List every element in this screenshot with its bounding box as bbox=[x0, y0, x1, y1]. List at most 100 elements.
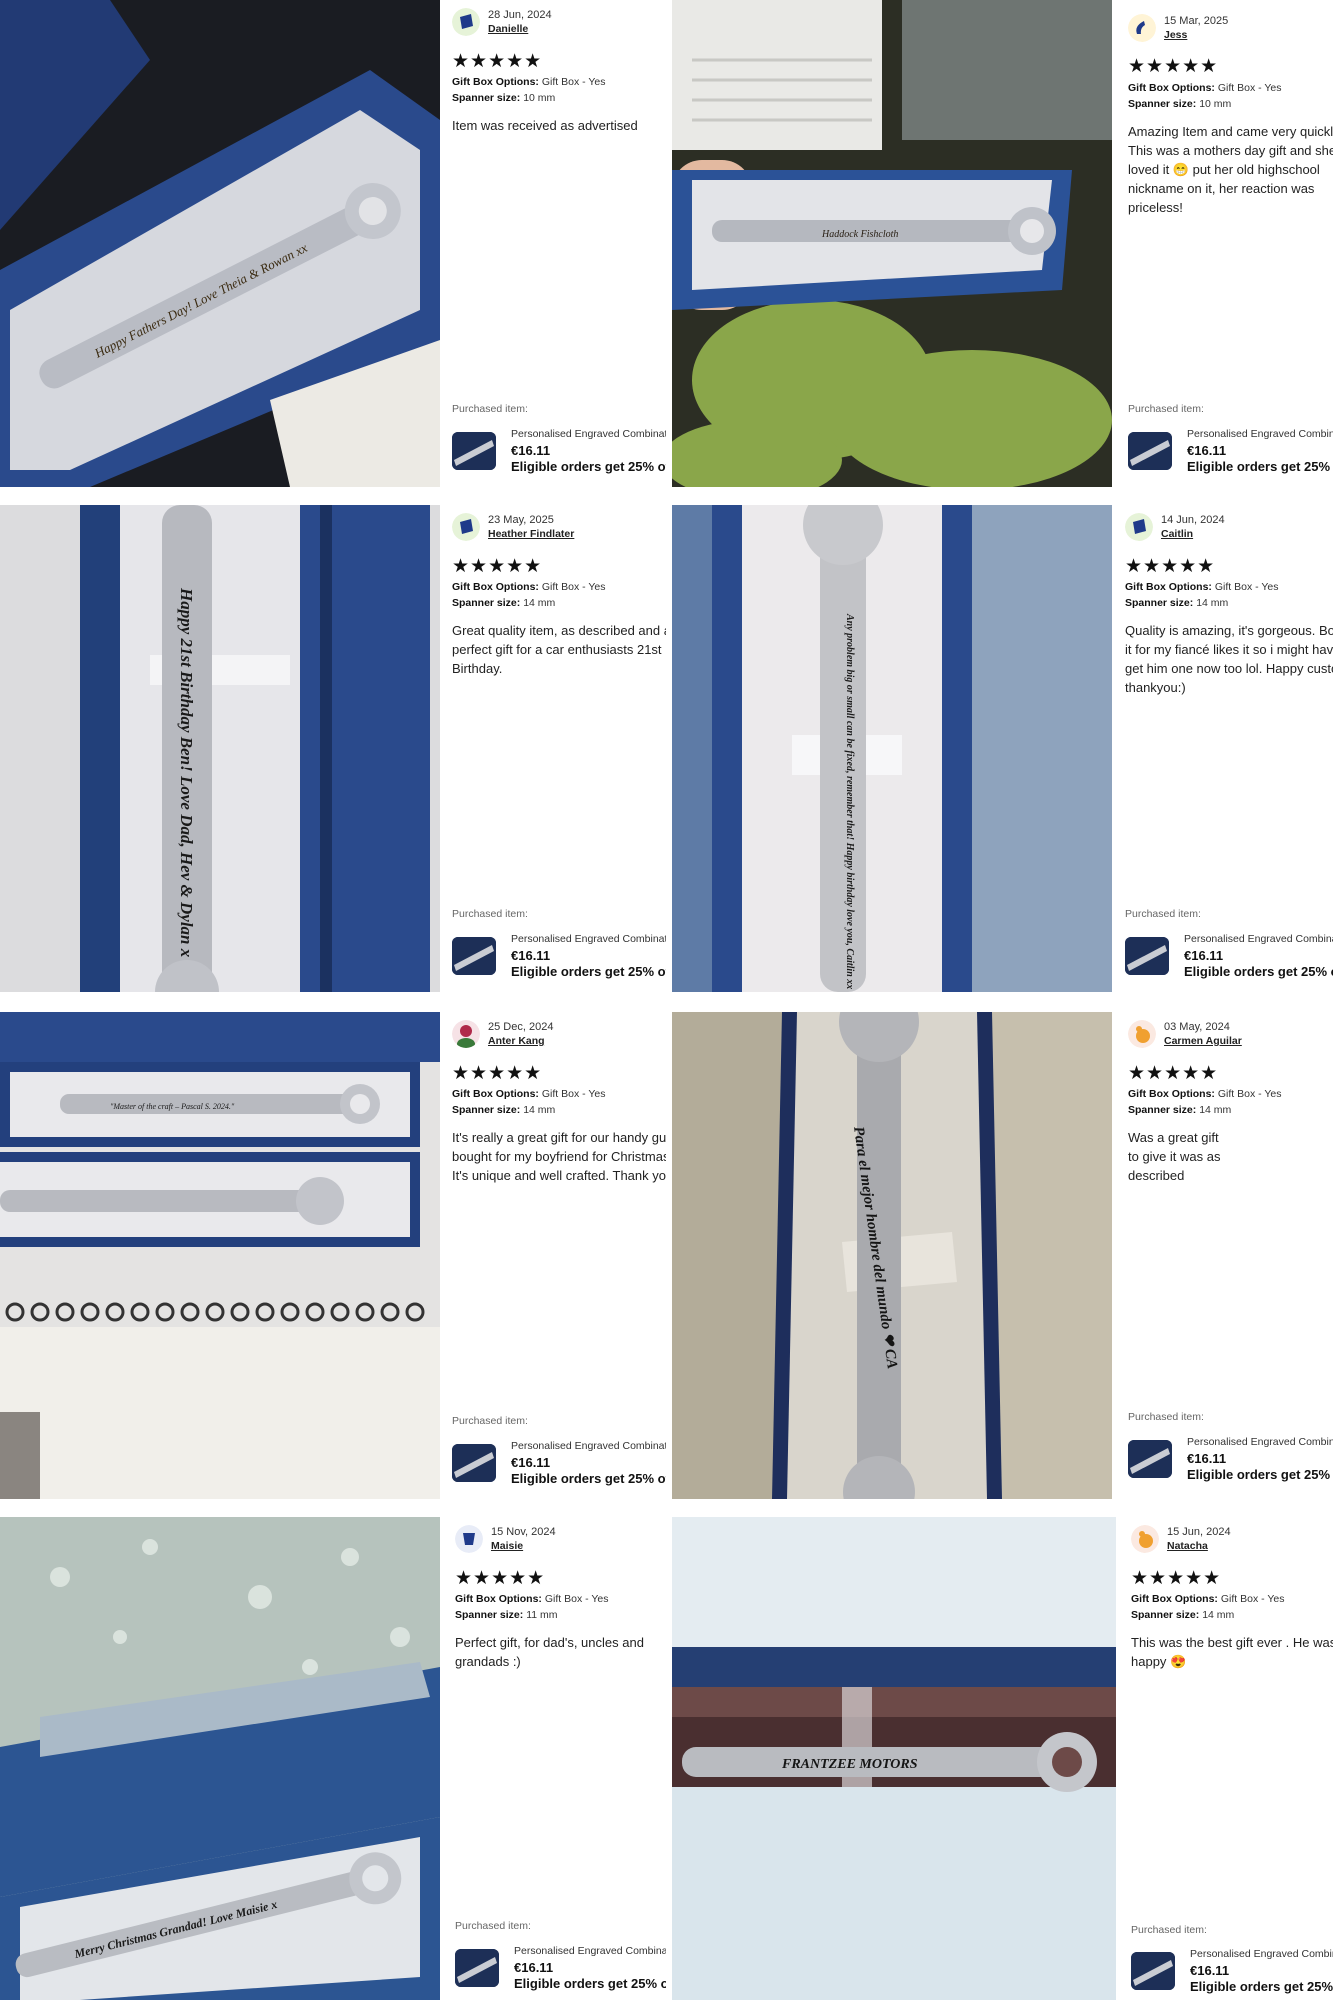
product-promo: Eligible orders get 25% off bbox=[511, 1471, 666, 1486]
product-name: Personalised Engraved Combination Spanne… bbox=[1187, 1436, 1333, 1448]
option-value: 11 mm bbox=[526, 1609, 558, 1621]
option-label: Gift Box Options: bbox=[452, 1088, 539, 1100]
gift-box-option: Gift Box Options: Gift Box - Yes bbox=[1125, 580, 1278, 594]
review-card: "Master of the craft – Pascal S. 2024." … bbox=[0, 1012, 666, 1499]
product-thumbnail bbox=[452, 432, 496, 470]
review-photo[interactable]: "Master of the craft – Pascal S. 2024." bbox=[0, 1012, 440, 1499]
gift-box-option: Gift Box Options: Gift Box - Yes bbox=[452, 75, 605, 89]
purchased-product-link[interactable]: Personalised Engraved Combination Spanne… bbox=[1128, 428, 1333, 474]
reviewer-name-link[interactable]: Caitlin bbox=[1161, 527, 1225, 541]
review-text: Was a great gift to give it was as descr… bbox=[1128, 1130, 1221, 1183]
avatar[interactable] bbox=[1125, 513, 1153, 541]
review-photo[interactable]: FRANTZEE MOTORS bbox=[672, 1517, 1116, 2000]
review-photo[interactable]: Happy 21st Birthday Ben! Love Dad, Hev &… bbox=[0, 505, 440, 992]
review-card: Happy Fathers Day! Love Theia & Rowan xx… bbox=[0, 0, 666, 487]
option-value: Gift Box - Yes bbox=[541, 76, 606, 88]
purchased-item-label: Purchased item: bbox=[452, 403, 528, 415]
review-date: 23 May, 2025 bbox=[488, 514, 554, 526]
option-value: 14 mm bbox=[523, 597, 556, 609]
review-grid: Happy Fathers Day! Love Theia & Rowan xx… bbox=[0, 0, 1333, 2000]
spanner-size-option: Spanner size: 10 mm bbox=[1128, 97, 1231, 111]
product-thumbnail bbox=[452, 937, 496, 975]
option-label: Spanner size: bbox=[452, 92, 521, 104]
review-meta: 23 May, 2025 Heather Findlater bbox=[452, 513, 574, 541]
product-thumbnail bbox=[1128, 432, 1172, 470]
purchased-product-link[interactable]: Personalised Engraved Combination Spanne… bbox=[1131, 1948, 1333, 1994]
review-meta: 15 Nov, 2024 Maisie bbox=[455, 1525, 556, 1553]
review-date: 15 Nov, 2024 bbox=[491, 1526, 556, 1538]
review-date: 03 May, 2024 bbox=[1164, 1021, 1230, 1033]
review-photo[interactable]: Any problem big or small can be fixed, r… bbox=[672, 505, 1112, 992]
product-price: €16.11 bbox=[514, 1960, 554, 1975]
product-promo: Eligible orders get 25% off bbox=[1187, 459, 1333, 474]
avatar[interactable] bbox=[452, 513, 480, 541]
option-value: 10 mm bbox=[523, 92, 556, 104]
star-rating: ★★★★★ bbox=[455, 1568, 546, 1589]
reviewer-name-link[interactable]: Danielle bbox=[488, 22, 552, 36]
review-details: 15 Nov, 2024 Maisie ★★★★★ Gift Box Optio… bbox=[455, 1517, 666, 2000]
review-details: 25 Dec, 2024 Anter Kang ★★★★★ Gift Box O… bbox=[452, 1012, 666, 1499]
avatar[interactable] bbox=[1128, 1020, 1156, 1048]
review-text: Amazing Item and came very quickly. This… bbox=[1128, 124, 1333, 215]
option-label: Spanner size: bbox=[1125, 597, 1194, 609]
star-rating: ★★★★★ bbox=[1131, 1568, 1222, 1589]
purchased-product-link[interactable]: Personalised Engraved Combination Spanne… bbox=[1125, 933, 1333, 979]
purchased-item-label: Purchased item: bbox=[1131, 1924, 1207, 1936]
review-photo[interactable]: Happy Fathers Day! Love Theia & Rowan xx bbox=[0, 0, 440, 487]
review-card: Any problem big or small can be fixed, r… bbox=[672, 505, 1333, 992]
purchased-item-label: Purchased item: bbox=[452, 908, 528, 920]
option-value: Gift Box - Yes bbox=[1217, 82, 1282, 94]
reviewer-name-link[interactable]: Carmen Aguilar bbox=[1164, 1034, 1242, 1048]
reviewer-name-link[interactable]: Heather Findlater bbox=[488, 527, 574, 541]
option-value: 10 mm bbox=[1199, 98, 1232, 110]
purchased-product-link[interactable]: Personalised Engraved Combination Spanne… bbox=[1128, 1436, 1333, 1482]
spanner-size-option: Spanner size: 14 mm bbox=[452, 1103, 555, 1117]
option-label: Spanner size: bbox=[452, 597, 521, 609]
avatar[interactable] bbox=[1128, 14, 1156, 42]
option-label: Gift Box Options: bbox=[1128, 82, 1215, 94]
avatar[interactable] bbox=[455, 1525, 483, 1553]
product-promo: Eligible orders get 25% off bbox=[511, 964, 666, 979]
product-name: Personalised Engraved Combination Spanne… bbox=[514, 1945, 666, 1957]
purchased-product-link[interactable]: Personalised Engraved Combination Spanne… bbox=[452, 933, 666, 979]
review-details: 14 Jun, 2024 Caitlin ★★★★★ Gift Box Opti… bbox=[1125, 505, 1333, 992]
reviewer-name-link[interactable]: Maisie bbox=[491, 1539, 556, 1553]
engraving-text: "Master of the craft – Pascal S. 2024." bbox=[110, 1102, 235, 1111]
avatar[interactable] bbox=[452, 8, 480, 36]
review-photo[interactable]: Haddock Fishcloth bbox=[672, 0, 1112, 487]
reviewer-name-link[interactable]: Anter Kang bbox=[488, 1034, 553, 1048]
product-price: €16.11 bbox=[1187, 1451, 1227, 1466]
product-price: €16.11 bbox=[1187, 443, 1227, 458]
option-value: Gift Box - Yes bbox=[541, 1088, 606, 1100]
reviewer-name-link[interactable]: Natacha bbox=[1167, 1539, 1231, 1553]
product-name: Personalised Engraved Combination Spanne… bbox=[511, 933, 666, 945]
avatar[interactable] bbox=[452, 1020, 480, 1048]
purchased-item-label: Purchased item: bbox=[1128, 1411, 1204, 1423]
review-photo[interactable]: Merry Christmas Grandad! Love Maisie x bbox=[0, 1517, 440, 2000]
option-label: Spanner size: bbox=[1128, 98, 1197, 110]
spanner-size-option: Spanner size: 14 mm bbox=[1131, 1608, 1234, 1622]
review-meta: 03 May, 2024 Carmen Aguilar bbox=[1128, 1020, 1242, 1048]
option-label: Gift Box Options: bbox=[452, 581, 539, 593]
product-thumbnail bbox=[1125, 937, 1169, 975]
review-photo[interactable]: Para el mejor hombre del mundo ❤ CA bbox=[672, 1012, 1112, 1499]
engraving-text: Haddock Fishcloth bbox=[821, 229, 898, 240]
option-label: Spanner size: bbox=[1128, 1104, 1197, 1116]
review-card: FRANTZEE MOTORS 15 Jun, 2024 Natacha ★★★… bbox=[672, 1517, 1333, 2000]
purchased-product-link[interactable]: Personalised Engraved Combination Spanne… bbox=[452, 428, 666, 474]
option-label: Spanner size: bbox=[455, 1609, 524, 1621]
product-thumbnail bbox=[1131, 1952, 1175, 1990]
option-value: Gift Box - Yes bbox=[541, 581, 606, 593]
reviewer-name-link[interactable]: Jess bbox=[1164, 28, 1228, 42]
option-value: Gift Box - Yes bbox=[544, 1593, 609, 1605]
avatar[interactable] bbox=[1131, 1525, 1159, 1553]
purchased-item-label: Purchased item: bbox=[452, 1415, 528, 1427]
purchased-product-link[interactable]: Personalised Engraved Combination Spanne… bbox=[452, 1440, 666, 1486]
product-price: €16.11 bbox=[1184, 948, 1224, 963]
review-card: Happy 21st Birthday Ben! Love Dad, Hev &… bbox=[0, 505, 666, 992]
purchased-product-link[interactable]: Personalised Engraved Combination Spanne… bbox=[455, 1945, 666, 1991]
option-label: Gift Box Options: bbox=[1128, 1088, 1215, 1100]
review-text: Item was received as advertised bbox=[452, 118, 638, 133]
review-details: 15 Jun, 2024 Natacha ★★★★★ Gift Box Opti… bbox=[1131, 1517, 1333, 2000]
review-details: 28 Jun, 2024 Danielle ★★★★★ Gift Box Opt… bbox=[452, 0, 666, 487]
